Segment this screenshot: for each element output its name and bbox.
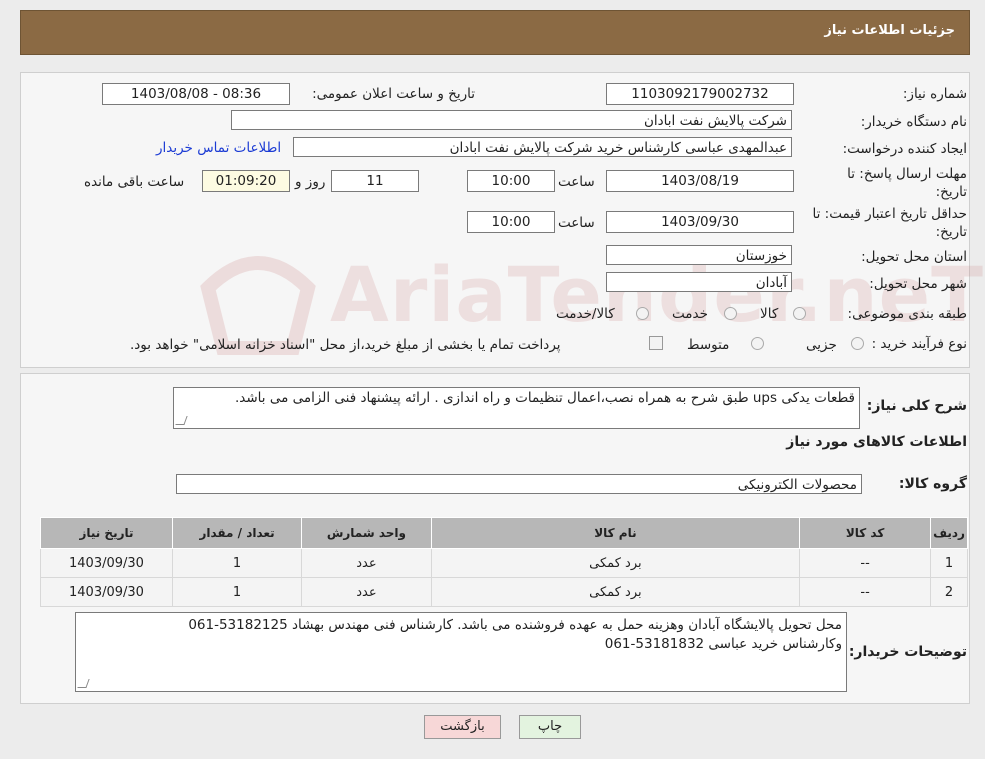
- goods-group-label: گروه کالا:: [898, 476, 967, 492]
- announce-datetime-label: تاریخ و ساعت اعلان عمومی:: [312, 86, 475, 102]
- treasury-note: پرداخت تمام یا بخشی از مبلغ خرید،از محل …: [130, 337, 561, 353]
- deadline-date-field: 1403/08/19: [606, 170, 794, 192]
- treasury-checkbox[interactable]: [649, 336, 663, 350]
- goods-table: ردیف کد کالا نام کالا واحد شمارش تعداد /…: [40, 517, 968, 607]
- buyer-notes-label: توضیحات خریدار:: [848, 644, 967, 660]
- cell-row: 1: [930, 548, 968, 578]
- category-goods-service-radio[interactable]: [636, 307, 649, 320]
- cell-qty: 1: [171, 548, 303, 578]
- creator-field: عبدالمهدی عباسی کارشناس خرید شرکت پالایش…: [293, 137, 792, 157]
- table-row: 2 -- برد کمکی عدد 1 1403/09/30: [40, 577, 968, 607]
- deadline-label-date: تاریخ:: [935, 184, 967, 200]
- page-header: جزئیات اطلاعات نیاز: [20, 10, 970, 55]
- table-row: 1 -- برد کمکی عدد 1 1403/09/30: [40, 548, 968, 578]
- process-label: نوع فرآیند خرید :: [871, 336, 967, 352]
- goods-section-title: اطلاعات کالاهای مورد نیاز: [786, 434, 967, 450]
- description-label: شرح کلی نیاز:: [866, 398, 967, 414]
- buyer-org-label: نام دستگاه خریدار:: [860, 114, 967, 130]
- need-number-label: شماره نیاز:: [902, 86, 967, 102]
- validity-date-field: 1403/09/30: [606, 211, 794, 233]
- col-code-header: کد کالا: [799, 517, 932, 549]
- process-medium-label: متوسط: [687, 337, 730, 353]
- cell-name: برد کمکی: [430, 577, 801, 607]
- validity-time-field: 10:00: [467, 211, 555, 233]
- cell-date: 1403/09/30: [40, 548, 173, 578]
- validity-label: حداقل تاریخ اعتبار قیمت: تا: [812, 206, 967, 222]
- process-minor-label: جزیی: [806, 337, 837, 353]
- category-service-radio[interactable]: [724, 307, 737, 320]
- category-service-label: خدمت: [672, 306, 708, 322]
- back-button[interactable]: بازگشت: [424, 715, 501, 739]
- buyer-org-field: شرکت پالایش نفت ابادان: [231, 110, 792, 130]
- col-unit-header: واحد شمارش: [301, 517, 432, 549]
- buyer-contact-link[interactable]: اطلاعات تماس خریدار: [156, 140, 281, 156]
- cell-unit: عدد: [301, 548, 432, 578]
- validity-time-label: ساعت: [558, 215, 595, 231]
- province-label: استان محل تحویل:: [861, 249, 967, 265]
- days-label: روز و: [295, 174, 326, 190]
- cell-row: 2: [930, 577, 968, 607]
- validity-label-date: تاریخ:: [935, 224, 967, 240]
- creator-label: ایجاد کننده درخواست:: [842, 141, 967, 157]
- buyer-notes-line-1: محل تحویل پالایشگاه آبادان وهزینه حمل به…: [188, 617, 842, 633]
- cell-name: برد کمکی: [430, 548, 801, 578]
- category-goods-service-label: کالا/خدمت: [556, 306, 615, 322]
- cell-code: --: [799, 548, 932, 578]
- print-button[interactable]: چاپ: [519, 715, 581, 739]
- buyer-notes-line-2: وکارشناس خرید عباسی 53181832-061: [604, 636, 842, 652]
- resize-grip-icon[interactable]: [175, 416, 188, 425]
- cell-qty: 1: [171, 577, 303, 607]
- description-text: قطعات یدکی ups طبق شرح به همراه نصب،اعما…: [234, 390, 855, 406]
- need-number-field: 1103092179002732: [606, 83, 794, 105]
- remaining-time-field: 01:09:20: [202, 170, 290, 192]
- process-medium-radio[interactable]: [751, 337, 764, 350]
- resize-grip-icon[interactable]: [77, 679, 90, 688]
- buyer-notes-textarea[interactable]: محل تحویل پالایشگاه آبادان وهزینه حمل به…: [75, 612, 847, 692]
- remaining-time-label: ساعت باقی مانده: [84, 174, 185, 190]
- col-qty-header: تعداد / مقدار: [171, 517, 303, 549]
- description-textarea[interactable]: قطعات یدکی ups طبق شرح به همراه نصب،اعما…: [173, 387, 860, 429]
- category-goods-radio[interactable]: [793, 307, 806, 320]
- days-remaining-field: 11: [331, 170, 419, 192]
- announce-datetime-field: 1403/08/08 - 08:36: [102, 83, 290, 105]
- process-minor-radio[interactable]: [851, 337, 864, 350]
- province-field: خوزستان: [606, 245, 792, 265]
- cell-code: --: [799, 577, 932, 607]
- deadline-label: مهلت ارسال پاسخ: تا: [847, 166, 967, 182]
- cell-date: 1403/09/30: [40, 577, 173, 607]
- page-title: جزئیات اطلاعات نیاز: [824, 23, 955, 38]
- deadline-time-field: 10:00: [467, 170, 555, 192]
- col-name-header: نام کالا: [430, 517, 801, 549]
- category-goods-label: کالا: [760, 306, 779, 322]
- city-field: آبادان: [606, 272, 792, 292]
- deadline-time-label: ساعت: [558, 174, 595, 190]
- cell-unit: عدد: [301, 577, 432, 607]
- col-date-header: تاریخ نیاز: [40, 517, 173, 549]
- category-label: طبقه بندی موضوعی:: [847, 306, 967, 322]
- goods-group-field: محصولات الکترونیکی: [176, 474, 862, 494]
- table-header-row: ردیف کد کالا نام کالا واحد شمارش تعداد /…: [40, 517, 968, 549]
- city-label: شهر محل تحویل:: [869, 276, 967, 292]
- col-row-header: ردیف: [930, 517, 968, 549]
